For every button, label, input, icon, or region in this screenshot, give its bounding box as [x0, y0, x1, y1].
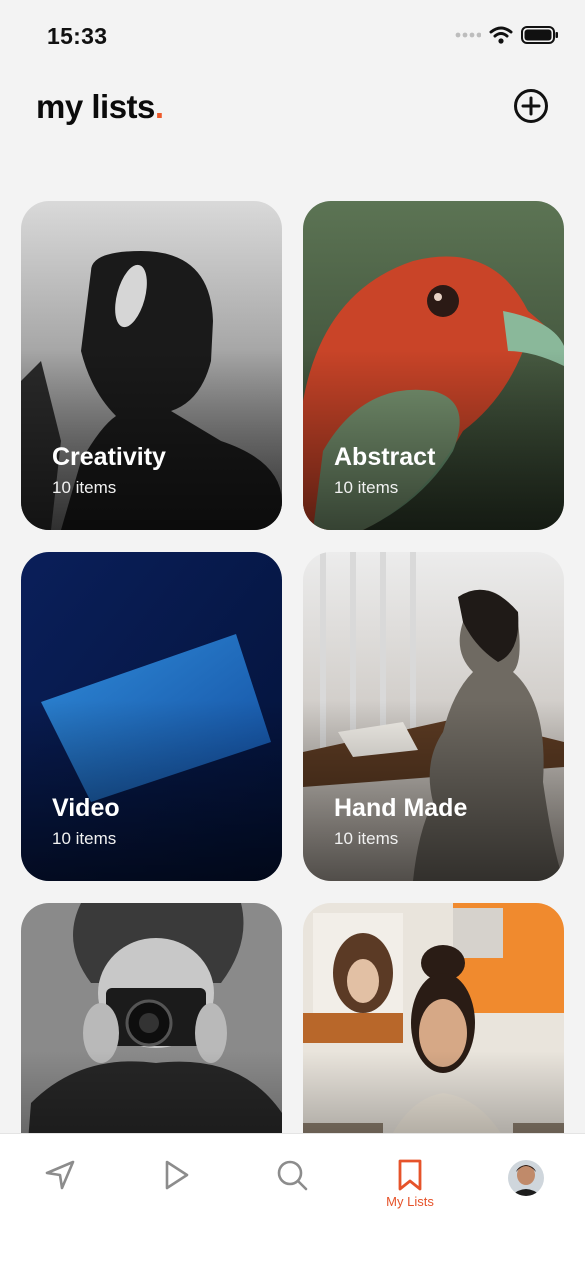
list-card-count: 10 items — [334, 829, 399, 848]
tab-bar: My Lists — [0, 1133, 585, 1267]
list-card-title: Hand Made — [334, 794, 468, 822]
page-title-text: my lists — [36, 88, 155, 125]
list-card-count: 10 items — [334, 478, 399, 497]
bookmark-icon — [398, 1159, 422, 1191]
status-bar: 15:33 — [0, 0, 585, 70]
card-overlay — [303, 1051, 564, 1133]
card-overlay — [303, 700, 564, 881]
list-card-video[interactable]: Video 10 items — [21, 552, 282, 881]
signal-icon — [455, 32, 481, 38]
list-card-photography[interactable] — [21, 903, 282, 1133]
list-card-count: 10 items — [52, 829, 117, 848]
tab-play[interactable] — [146, 1158, 206, 1218]
list-card-count: 10 items — [52, 478, 117, 497]
search-icon — [277, 1160, 308, 1191]
navigation-icon — [45, 1160, 75, 1190]
title-accent-dot: . — [154, 88, 164, 125]
list-card-title: Creativity — [52, 443, 166, 471]
battery-icon — [521, 26, 558, 44]
play-icon — [165, 1160, 189, 1190]
card-overlay — [21, 1051, 282, 1133]
avatar — [508, 1160, 544, 1196]
card-overlay — [21, 349, 282, 530]
tab-my-lists-label: My Lists — [386, 1194, 434, 1209]
list-card-title: Video — [52, 794, 120, 822]
lists-grid: Creativity 10 items Abstract 10 items Vi… — [21, 201, 564, 1133]
tab-search[interactable] — [262, 1158, 322, 1218]
list-card-creativity[interactable]: Creativity 10 items — [21, 201, 282, 530]
tab-my-lists[interactable]: My Lists — [378, 1158, 442, 1218]
list-card-abstract[interactable]: Abstract 10 items — [303, 201, 564, 530]
status-icons — [455, 26, 559, 44]
tab-profile[interactable] — [496, 1158, 556, 1218]
add-list-button[interactable] — [513, 88, 549, 124]
status-time: 15:33 — [47, 23, 108, 49]
list-card-hand-made[interactable]: Hand Made 10 items — [303, 552, 564, 881]
card-overlay — [21, 700, 282, 881]
page-title: my lists. — [36, 88, 164, 126]
list-card-art[interactable] — [303, 903, 564, 1133]
wifi-icon — [489, 26, 513, 44]
list-card-title: Abstract — [334, 443, 436, 471]
tab-explore[interactable] — [30, 1158, 90, 1218]
card-overlay — [303, 349, 564, 530]
header: my lists. — [0, 80, 585, 140]
